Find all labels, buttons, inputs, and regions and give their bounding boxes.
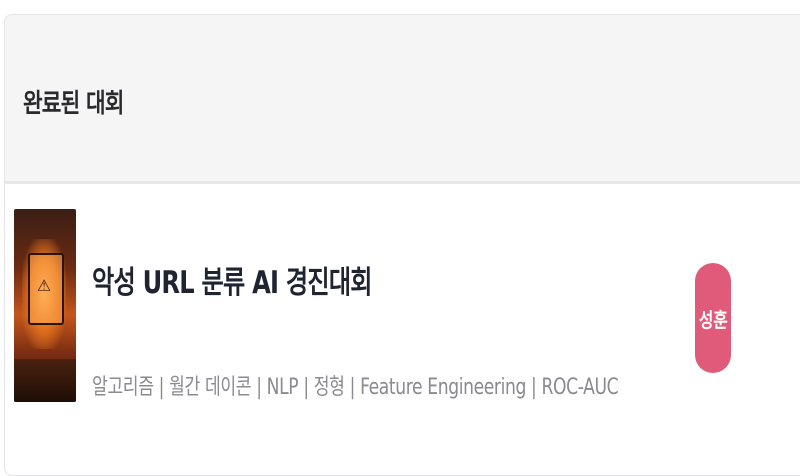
panel-header: 완료된 대회	[5, 15, 800, 184]
section-title: 완료된 대회	[23, 89, 124, 119]
thumbnail-base	[14, 359, 76, 402]
competition-tags: 알고리즘 | 월간 데이콘 | NLP | 정형 | Feature Engin…	[92, 375, 619, 400]
warning-icon: ⚠	[36, 276, 52, 295]
participant-avatar[interactable]: 성훈	[695, 263, 731, 373]
competition-thumbnail[interactable]: ⚠	[14, 209, 76, 402]
avatar-text: 성훈	[698, 307, 728, 332]
competition-title[interactable]: 악성 URL 분류 AI 경진대회	[92, 257, 373, 302]
competition-list-item[interactable]: ⚠ 악성 URL 분류 AI 경진대회 알고리즘 | 월간 데이콘 | NLP …	[0, 169, 800, 429]
